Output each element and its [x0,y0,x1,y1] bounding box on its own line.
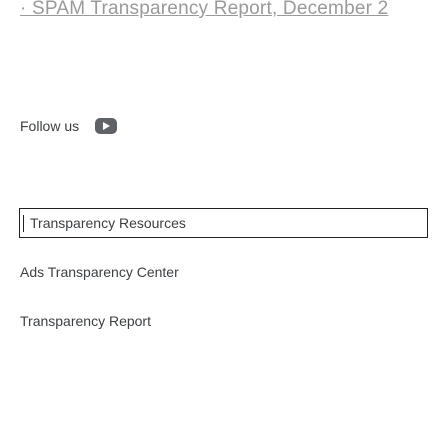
follow-us-label: Follow us [20,118,80,134]
ads-transparency-center-link[interactable]: Ads Transparency Center [20,264,179,280]
youtube-icon[interactable] [95,118,118,134]
follow-us-row: Follow us [20,118,118,134]
text-cursor [23,215,24,232]
transparency-report-link[interactable]: Transparency Report [20,313,151,329]
section-header-label: Transparency Resources [30,215,186,231]
page: · SPAM Transparency Report, December 2 F… [0,0,448,448]
transparency-resources-header[interactable]: Transparency Resources [19,208,428,238]
spam-report-link[interactable]: · SPAM Transparency Report, December 2 [20,0,388,20]
